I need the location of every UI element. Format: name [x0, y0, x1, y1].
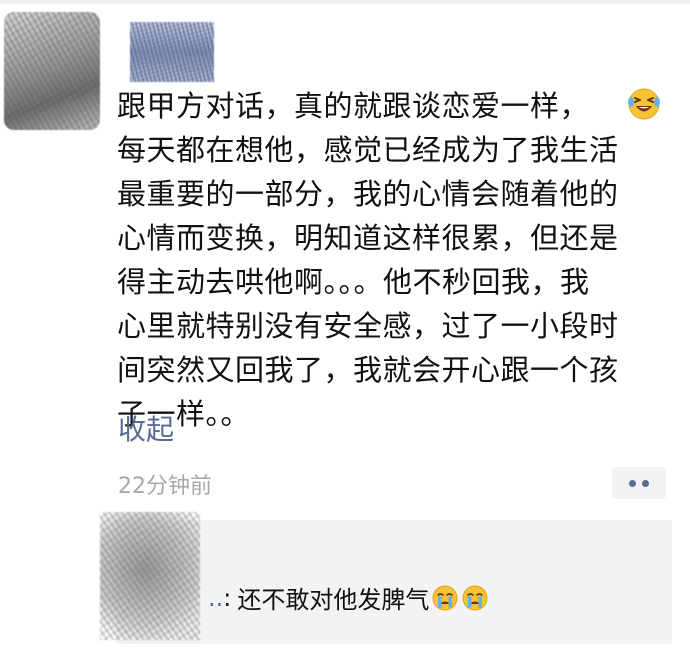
post-line: 得主动去哄他啊。。。他不秒回我，我 — [117, 265, 590, 299]
crying-emoji-icon — [432, 585, 458, 610]
post-content: 跟甲方对话，真的就跟谈恋爱一样， 每天都在想他，感觉已经成为了我生活 最重要的一… — [117, 84, 677, 436]
post-timestamp: 22分钟前 — [118, 474, 212, 499]
comment-separator: : — [223, 583, 232, 612]
poster-avatar[interactable] — [4, 12, 100, 130]
crying-emoji-icon — [462, 585, 488, 610]
more-dot-icon — [642, 479, 649, 487]
post-line: 间突然又回我了，我就会开心跟一个孩 — [117, 353, 619, 387]
poster-name-redacted[interactable] — [130, 22, 214, 82]
post-line: 最重要的一部分，我的心情会随着他的 — [117, 177, 619, 211]
more-actions-button[interactable] — [612, 467, 666, 499]
more-dot-icon — [629, 479, 636, 487]
post-line: 心里就特别没有安全感，过了一小段时 — [117, 309, 619, 343]
laughing-crying-emoji-icon — [628, 88, 660, 120]
collapse-link[interactable]: 收起 — [118, 408, 174, 448]
post-line: 心情而变换，明知道这样很累，但还是 — [117, 221, 619, 255]
post-line: 子一样。。 — [117, 397, 251, 431]
comment-text: 还不敢对他发脾气 — [237, 586, 430, 614]
post-line: 跟甲方对话，真的就跟谈恋爱一样， — [117, 89, 590, 123]
comment-user-redacted — [100, 512, 200, 640]
top-divider — [0, 0, 690, 4]
comment-item[interactable]: .. : 还不敢对他发脾气 — [208, 580, 489, 615]
comment-username[interactable]: .. — [208, 584, 223, 612]
post-line: 每天都在想他，感觉已经成为了我生活 — [117, 133, 619, 167]
